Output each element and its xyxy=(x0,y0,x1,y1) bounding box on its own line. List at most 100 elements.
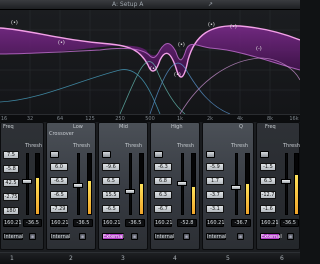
sidechain-internal-button[interactable]: Internal xyxy=(206,233,226,240)
band-number: 5 xyxy=(226,255,230,262)
band-low-label: Low xyxy=(73,124,83,130)
band-head: Crossover xyxy=(49,131,74,137)
thresh-label: Thresh xyxy=(231,143,249,149)
band-head: High xyxy=(171,124,183,130)
release-field[interactable]: -6.7 xyxy=(154,205,172,213)
freq-field[interactable]: 160.21 xyxy=(154,219,173,227)
band-knob[interactable] xyxy=(154,151,163,158)
freq-field[interactable]: 160.21 xyxy=(102,219,121,227)
thresh-label: Thresh xyxy=(73,143,91,149)
band-head: Mid xyxy=(119,124,128,130)
range-field[interactable]: 1.7 xyxy=(206,177,224,185)
range-field[interactable]: 6.5 xyxy=(102,177,120,185)
band-node-1[interactable]: (•) xyxy=(11,20,18,26)
freq-field[interactable]: 160.21 xyxy=(260,219,279,227)
lock-icon[interactable]: ▣ xyxy=(29,233,36,240)
thresh-fader-track[interactable] xyxy=(26,153,29,215)
gain-field[interactable]: -1.5 xyxy=(260,163,276,171)
band-strip-6: Freq Thresh -1.5 6.3 -12.7 -1.6 160.21 -… xyxy=(256,122,300,250)
level-meter xyxy=(87,153,92,215)
thresh-readout: -36.5 xyxy=(73,219,93,227)
setup-selector[interactable]: A: Setup A xyxy=(112,0,143,10)
lock-icon[interactable]: ▣ xyxy=(237,233,244,240)
band-strip-3: Mid Thresh -9.6 6.5 15.5 -6.5 160.21 -36… xyxy=(98,122,148,250)
freq-field[interactable]: 160.21 xyxy=(3,219,22,227)
thresh-label: Thresh xyxy=(177,143,195,149)
release-field[interactable]: -3.1 xyxy=(206,205,224,213)
range-field[interactable]: 6.8 xyxy=(154,177,172,185)
attack-field[interactable]: 6.3 xyxy=(154,191,172,199)
release-field[interactable]: -6.5 xyxy=(102,205,120,213)
band-node-8[interactable]: (-) xyxy=(256,46,262,52)
thresh-label: Thresh xyxy=(125,143,143,149)
band-number: 3 xyxy=(121,255,125,262)
attack-field[interactable]: -6.5 xyxy=(50,191,68,199)
thresh-fader-handle[interactable] xyxy=(125,189,135,194)
attack-field[interactable]: 15.5 xyxy=(102,191,120,199)
band-node-7[interactable]: (•) xyxy=(230,24,237,30)
band-knob[interactable] xyxy=(206,151,215,158)
range-field[interactable]: 6.3 xyxy=(260,177,276,185)
level-meter xyxy=(35,153,40,215)
band-node-2[interactable]: (•) xyxy=(58,40,65,46)
thresh-fader-track[interactable] xyxy=(235,153,238,215)
thresh-fader-handle[interactable] xyxy=(177,181,187,186)
thresh-readout: -36.5 xyxy=(23,219,42,227)
band-node-6[interactable]: (•) xyxy=(208,22,215,28)
band-strip-1: Freq Thresh 7.5 -5.8 42.5 -2.75 180 160.… xyxy=(0,122,44,250)
band-number: 1 xyxy=(10,255,14,262)
thresh-fader-handle[interactable] xyxy=(281,179,291,184)
band-knob[interactable] xyxy=(102,151,111,158)
eq-graph[interactable]: (•) (•) (•) (•) (•) (•) (•) (-) xyxy=(0,10,300,114)
thresh-readout: -36.5 xyxy=(125,219,145,227)
release-field[interactable]: -1.6 xyxy=(260,205,276,213)
band-knob[interactable] xyxy=(260,151,269,158)
lock-icon[interactable]: ▣ xyxy=(131,233,138,240)
band-strip-2: Crossover Low Thresh 6.0 -6.5 -6.5 -7.29… xyxy=(46,122,96,250)
sidechain-external-button[interactable]: External xyxy=(102,233,124,240)
lock-icon[interactable]: ▣ xyxy=(183,233,190,240)
lock-icon[interactable]: ▣ xyxy=(79,233,86,240)
thresh-fader-track[interactable] xyxy=(129,153,132,215)
thresh-fader-handle[interactable] xyxy=(231,185,241,190)
thresh-fader-track[interactable] xyxy=(285,153,288,215)
gain-field[interactable]: -9.6 xyxy=(102,163,120,171)
band-number-bar: 1 2 3 4 5 6 xyxy=(0,252,300,264)
band-node-3[interactable]: (•) xyxy=(150,66,157,72)
lock-icon[interactable]: ▣ xyxy=(287,233,294,240)
gain-field[interactable]: 6.0 xyxy=(50,163,68,171)
band-strip-5: Q Thresh -5.9 1.7 -3.7 -3.1 160.21 -36.7… xyxy=(202,122,254,250)
expand-arrow-icon[interactable]: ↗ xyxy=(208,0,213,10)
release-field[interactable]: -7.29 xyxy=(50,205,68,213)
gain-field[interactable]: 7.5 xyxy=(3,151,19,159)
band-number: 2 xyxy=(69,255,73,262)
thresh-label: Thresh xyxy=(283,143,301,149)
band-head: Q xyxy=(239,124,243,130)
band-knob[interactable] xyxy=(50,151,59,158)
frequency-scale: 16 32 64 125 250 500 1k 2k 4k 8k 16k xyxy=(0,114,300,122)
band-number: 6 xyxy=(280,255,284,262)
range-field[interactable]: -5.8 xyxy=(3,165,19,173)
range-field[interactable]: -6.5 xyxy=(50,177,68,185)
sidechain-external-button[interactable]: External xyxy=(260,233,282,240)
level-meter xyxy=(191,153,196,215)
thresh-readout: -52.8 xyxy=(177,219,197,227)
release-field[interactable]: -2.75 xyxy=(3,193,19,201)
freq-field[interactable]: 160.21 xyxy=(206,219,225,227)
sidechain-internal-button[interactable]: Internal xyxy=(50,233,70,240)
thresh-readout: -36.7 xyxy=(231,219,251,227)
level-meter xyxy=(294,153,299,215)
gain-field[interactable]: -6.3 xyxy=(154,163,172,171)
band-node-4[interactable]: (•) xyxy=(174,72,181,78)
band-node-5[interactable]: (•) xyxy=(178,42,185,48)
attack-field[interactable]: -3.7 xyxy=(206,191,224,199)
ratio-field[interactable]: 180 xyxy=(3,207,19,215)
sidechain-internal-button[interactable]: Internal xyxy=(154,233,174,240)
sidechain-internal-button[interactable]: Internal xyxy=(3,233,23,240)
thresh-fader-handle[interactable] xyxy=(73,183,83,188)
gain-field[interactable]: -5.9 xyxy=(206,163,224,171)
attack-field[interactable]: -12.7 xyxy=(260,191,276,199)
freq-field[interactable]: 160.21 xyxy=(50,219,69,227)
thresh-fader-handle[interactable] xyxy=(22,179,32,184)
attack-field[interactable]: 42.5 xyxy=(3,179,19,187)
